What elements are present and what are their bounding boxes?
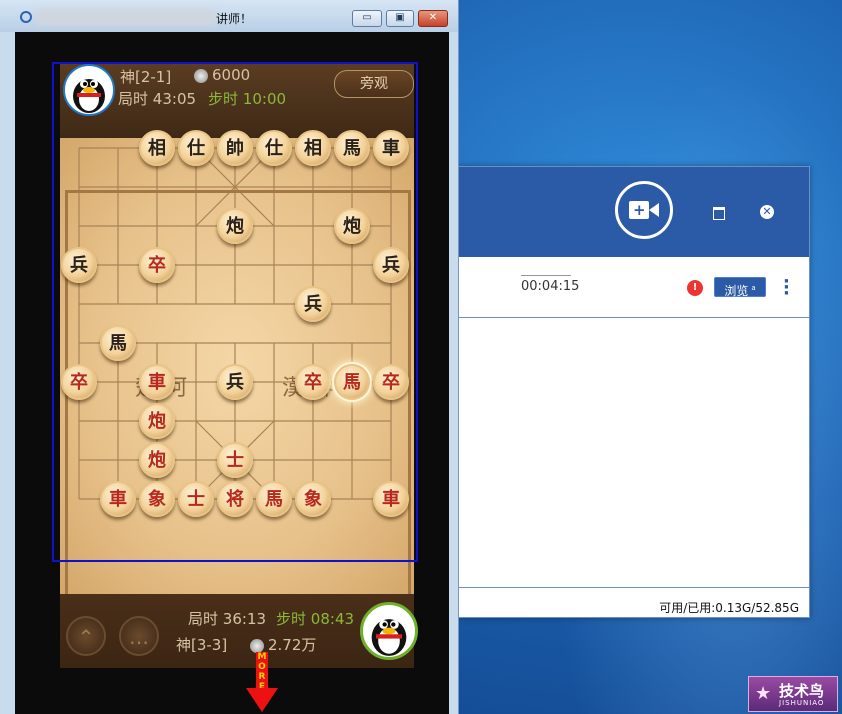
top-game-time: 局时 43:05 (118, 88, 196, 109)
chess-piece[interactable]: 馬 (256, 481, 292, 517)
penguin-icon (371, 619, 407, 656)
chess-piece[interactable]: 象 (139, 481, 175, 517)
video-camera-icon: + (629, 199, 659, 221)
chess-piece[interactable]: 車 (139, 364, 175, 400)
game-screen: 神[2-1] 6000 局时 43:05 步时 10:00 旁观 楚河 漢界 相… (60, 62, 418, 668)
chess-piece[interactable]: 車 (373, 130, 409, 166)
chess-piece[interactable]: 馬 (100, 325, 136, 361)
watermark-en: JISHUNIAO (779, 699, 825, 707)
chess-piece[interactable]: 兵 (373, 247, 409, 283)
maximize-button[interactable]: ▣ (386, 10, 414, 27)
recording-duration: 00:04:15 (521, 279, 580, 294)
more-options-icon[interactable]: · · · (783, 273, 790, 303)
top-step-time: 步时 10:00 (208, 88, 286, 109)
close-icon[interactable]: ✕ (760, 205, 774, 219)
chess-piece[interactable]: 馬 (334, 130, 370, 166)
chess-piece[interactable]: 卒 (295, 364, 331, 400)
bottom-step-time: 步时 08:43 (276, 608, 354, 629)
down-arrow-icon (246, 688, 278, 712)
top-player-panel: 神[2-1] 6000 局时 43:05 步时 10:00 旁观 (60, 62, 414, 138)
game-window: 讲师！ ▭ ▣ ✕ 神[2-1] 6000 局时 43:05 步时 10:00 … (0, 0, 459, 714)
chess-piece[interactable]: 馬 (334, 364, 370, 400)
spectate-button[interactable]: 旁观 (334, 70, 414, 98)
top-player-coins: 6000 (194, 66, 250, 84)
step-time-value: 10:00 (242, 90, 287, 108)
chess-piece[interactable]: 兵 (217, 364, 253, 400)
chess-piece[interactable]: 仕 (178, 130, 214, 166)
avatar[interactable] (360, 602, 418, 660)
record-button[interactable]: + (615, 181, 673, 239)
game-client-area: 神[2-1] 6000 局时 43:05 步时 10:00 旁观 楚河 漢界 相… (15, 32, 449, 714)
game-time-value: 43:05 (152, 90, 197, 108)
chess-piece[interactable]: 炮 (217, 208, 253, 244)
recording-list-item[interactable]: 00:04:15 ! 浏览 a · · · (457, 259, 809, 318)
timer-icon[interactable]: ! (687, 280, 703, 296)
chess-piece[interactable]: 相 (139, 130, 175, 166)
chess-piece[interactable]: 士 (217, 442, 253, 478)
chess-piece[interactable]: 帥 (217, 130, 253, 166)
title-redacted (36, 9, 216, 25)
title-bar[interactable]: 讲师！ ▭ ▣ ✕ (0, 0, 458, 32)
chess-piece[interactable]: 車 (373, 481, 409, 517)
chess-piece[interactable]: 卒 (373, 364, 409, 400)
coin-amount: 2.72万 (268, 636, 317, 654)
watermark-cn: 技术鸟 (779, 682, 825, 700)
chess-piece[interactable]: 炮 (139, 442, 175, 478)
app-icon (20, 11, 32, 23)
chess-piece[interactable]: 将 (217, 481, 253, 517)
chess-piece[interactable]: 炮 (334, 208, 370, 244)
chess-piece[interactable]: 士 (178, 481, 214, 517)
game-time-value: 36:13 (222, 610, 267, 628)
maximize-icon[interactable] (713, 207, 725, 220)
chess-piece[interactable]: 仕 (256, 130, 292, 166)
chess-piece[interactable]: 兵 (61, 247, 97, 283)
window-title: 讲师！ (216, 12, 253, 26)
chat-button[interactable]: … (119, 616, 159, 656)
divider (457, 587, 809, 588)
bottom-game-time: 局时 36:13 (188, 608, 266, 629)
close-button[interactable]: ✕ (418, 10, 448, 27)
chess-piece[interactable]: 卒 (61, 364, 97, 400)
chess-piece[interactable]: 炮 (139, 403, 175, 439)
top-player-rank: 神[2-1] (120, 68, 172, 86)
browse-label: 浏览 (724, 284, 749, 298)
penguin-icon (73, 79, 105, 113)
browse-badge: a (751, 284, 756, 292)
storage-status: 可用/已用:0.13G/52.85G (659, 601, 799, 615)
game-time-label: 局时 (188, 610, 219, 628)
chess-piece[interactable]: 卒 (139, 247, 175, 283)
xiangqi-board[interactable]: 楚河 漢界 相仕帥仕相馬車炮炮兵卒兵兵馬卒車兵卒馬卒炮炮士車象士将馬象車 (60, 130, 414, 614)
step-time-value: 08:43 (310, 610, 355, 628)
recorder-window: + ✕ 00:04:15 ! 浏览 a · · · 可用/已用:0.13G/52.85… (456, 166, 810, 618)
minimize-button[interactable]: ▭ (352, 10, 382, 27)
chess-piece[interactable]: 兵 (295, 286, 331, 322)
coin-icon (250, 638, 264, 653)
step-time-label: 步时 (276, 610, 307, 628)
step-time-label: 步时 (208, 90, 239, 108)
avatar[interactable] (63, 64, 115, 116)
browse-button[interactable]: 浏览 a (714, 277, 766, 298)
bottom-player-rank: 神[3-3] (176, 636, 228, 654)
chess-piece[interactable]: 車 (100, 481, 136, 517)
scroll-up-button[interactable]: ⌃ (66, 616, 106, 656)
chess-piece[interactable]: 象 (295, 481, 331, 517)
game-time-label: 局时 (118, 90, 149, 108)
star-icon: ★ (755, 683, 772, 704)
watermark-logo: ★ 技术鸟 JISHUNIAO (748, 676, 838, 712)
chess-piece[interactable]: 相 (295, 130, 331, 166)
recorder-header: + ✕ (457, 167, 809, 257)
divider (521, 275, 571, 276)
coin-icon (194, 68, 208, 83)
coin-amount: 6000 (212, 66, 251, 84)
